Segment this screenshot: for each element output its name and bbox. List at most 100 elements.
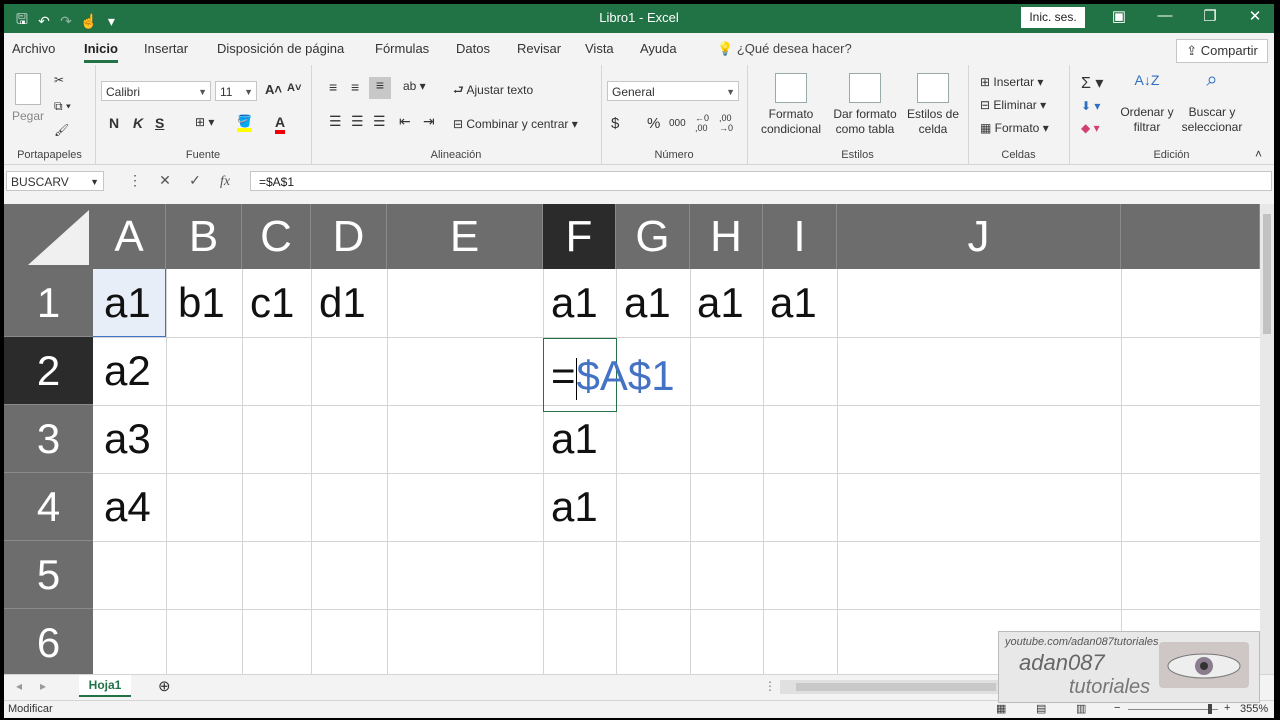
- select-all-corner[interactable]: [4, 204, 93, 269]
- page-break-view-icon[interactable]: ▥: [1076, 702, 1086, 715]
- tell-me-search[interactable]: 💡 ¿Qué desea hacer?: [717, 41, 852, 57]
- insert-function-icon[interactable]: fx: [210, 174, 240, 190]
- tab-vista[interactable]: Vista: [585, 41, 614, 56]
- restore-icon[interactable]: ❐: [1197, 7, 1223, 25]
- cell-f1[interactable]: a1: [541, 269, 598, 337]
- format-as-table-button[interactable]: Dar formato como tabla: [829, 73, 901, 137]
- sheet-nav-next-icon[interactable]: ▸: [40, 679, 46, 693]
- tab-datos[interactable]: Datos: [456, 41, 490, 56]
- tab-insertar[interactable]: Insertar: [144, 41, 188, 56]
- format-painter-icon[interactable]: 🖌: [54, 123, 69, 137]
- insert-cells-button[interactable]: ⊞ Insertar ▾: [980, 75, 1043, 89]
- share-button[interactable]: ⇪ Compartir: [1176, 39, 1268, 63]
- row-header-5[interactable]: 5: [4, 541, 93, 609]
- vertical-scrollbar[interactable]: [1260, 204, 1274, 674]
- delete-cells-button[interactable]: ⊟ Eliminar ▾: [980, 98, 1046, 112]
- column-header-f[interactable]: F: [543, 204, 616, 269]
- thousands-button[interactable]: 000: [669, 118, 686, 129]
- column-header-i[interactable]: I: [763, 204, 837, 269]
- zoom-out-icon[interactable]: −: [1114, 702, 1120, 714]
- zoom-level[interactable]: 355%: [1240, 703, 1268, 715]
- align-middle-icon[interactable]: ≡: [351, 79, 359, 95]
- sheet-nav-prev-icon[interactable]: ◂: [16, 679, 22, 693]
- horizontal-scroll-thumb[interactable]: [796, 683, 996, 691]
- format-cells-button[interactable]: ▦ Formato ▾: [980, 121, 1049, 135]
- tab-archivo[interactable]: Archivo: [12, 41, 55, 56]
- shrink-font-icon[interactable]: A˅: [287, 82, 301, 94]
- tab-revisar[interactable]: Revisar: [517, 41, 561, 56]
- autosum-icon[interactable]: Σ ▾: [1081, 73, 1103, 93]
- horizontal-scrollbar[interactable]: [780, 680, 1000, 694]
- orientation-icon[interactable]: ab ▾: [403, 79, 426, 93]
- page-layout-view-icon[interactable]: ▤: [1036, 702, 1046, 715]
- cell-c1[interactable]: c1: [240, 269, 294, 337]
- formula-input[interactable]: =$A$1: [250, 171, 1272, 191]
- column-header-d[interactable]: D: [311, 204, 387, 269]
- conditional-format-button[interactable]: Formato condicional: [755, 73, 827, 137]
- zoom-in-icon[interactable]: +: [1224, 702, 1230, 714]
- underline-button[interactable]: S: [155, 115, 164, 131]
- row-header-1[interactable]: 1: [4, 269, 93, 337]
- minimize-icon[interactable]: —: [1152, 7, 1178, 24]
- tab-inicio[interactable]: Inicio: [84, 41, 118, 63]
- number-format-select[interactable]: General ▼: [607, 81, 739, 101]
- worksheet-grid[interactable]: A B C D E F G H I J 1 2 3 4 5 6 a1 b1 c1…: [4, 204, 1260, 674]
- sheet-tab-hoja1[interactable]: Hoja1: [79, 675, 131, 697]
- align-center-icon[interactable]: ☰: [351, 113, 364, 130]
- column-header-j[interactable]: J: [837, 204, 1121, 269]
- bold-button[interactable]: N: [109, 115, 119, 131]
- tab-ayuda[interactable]: Ayuda: [640, 41, 677, 56]
- paste-button[interactable]: Pegar: [10, 73, 46, 124]
- column-header-g[interactable]: G: [616, 204, 690, 269]
- enter-icon[interactable]: ✓: [180, 172, 210, 189]
- fill-icon[interactable]: ⬇ ▾: [1081, 99, 1100, 113]
- cell-f3[interactable]: a1: [541, 405, 598, 473]
- increase-decimal-icon[interactable]: ←0,00: [695, 113, 709, 133]
- grow-font-icon[interactable]: A˄: [265, 82, 282, 97]
- increase-indent-icon[interactable]: ⇥: [423, 113, 435, 130]
- cell-g1[interactable]: a1: [614, 269, 671, 337]
- name-box[interactable]: BUSCARV ▼: [6, 171, 104, 191]
- tab-disposicion[interactable]: Disposición de página: [217, 41, 344, 56]
- vertical-scroll-thumb[interactable]: [1263, 214, 1271, 334]
- cell-a1[interactable]: a1: [94, 269, 151, 337]
- cut-icon[interactable]: ✂: [54, 73, 64, 87]
- font-name-select[interactable]: Calibri ▼: [101, 81, 211, 101]
- align-top-icon[interactable]: ≡: [329, 79, 337, 95]
- ribbon-display-icon[interactable]: ▣: [1106, 7, 1132, 25]
- find-select-button[interactable]: ⌕ Buscar y seleccionar: [1175, 70, 1249, 135]
- close-icon[interactable]: ✕: [1242, 7, 1268, 25]
- column-header-h[interactable]: H: [690, 204, 763, 269]
- align-right-icon[interactable]: ☰: [373, 113, 386, 130]
- percent-button[interactable]: %: [647, 115, 660, 132]
- column-header-c[interactable]: C: [242, 204, 311, 269]
- wrap-text-button[interactable]: ⮐ Ajustar texto: [453, 81, 533, 102]
- clear-icon[interactable]: ◆ ▾: [1081, 121, 1100, 135]
- cancel-icon[interactable]: ✕: [150, 172, 180, 189]
- cell-d1[interactable]: d1: [309, 269, 366, 337]
- add-sheet-icon[interactable]: ⊕: [158, 677, 171, 695]
- decrease-decimal-icon[interactable]: ,00 →0: [719, 113, 733, 133]
- italic-button[interactable]: K: [133, 115, 143, 131]
- align-bottom-icon[interactable]: ≡: [369, 77, 391, 99]
- column-header-b[interactable]: B: [166, 204, 242, 269]
- zoom-slider-thumb[interactable]: [1208, 704, 1212, 714]
- font-size-select[interactable]: 11 ▼: [215, 81, 257, 101]
- signin-button[interactable]: Inic. ses.: [1021, 7, 1085, 28]
- merge-center-button[interactable]: ⊟ Combinar y centrar ▾: [453, 117, 578, 131]
- column-header-e[interactable]: E: [387, 204, 543, 269]
- align-left-icon[interactable]: ☰: [329, 113, 342, 130]
- sort-filter-button[interactable]: A↓Z Ordenar y filtrar: [1117, 73, 1177, 135]
- cell-a4[interactable]: a4: [94, 473, 151, 541]
- row-header-4[interactable]: 4: [4, 473, 93, 541]
- normal-view-icon[interactable]: ▦: [996, 702, 1006, 715]
- cell-h1[interactable]: a1: [687, 269, 744, 337]
- cell-a2[interactable]: a2: [94, 337, 151, 405]
- zoom-slider[interactable]: [1128, 709, 1218, 710]
- cell-styles-button[interactable]: Estilos de celda: [903, 73, 963, 137]
- column-header-a[interactable]: A: [93, 204, 166, 269]
- decrease-indent-icon[interactable]: ⇤: [399, 113, 411, 130]
- cell-f4[interactable]: a1: [541, 473, 598, 541]
- row-header-3[interactable]: 3: [4, 405, 93, 473]
- collapse-ribbon-icon[interactable]: ˄: [1255, 147, 1262, 161]
